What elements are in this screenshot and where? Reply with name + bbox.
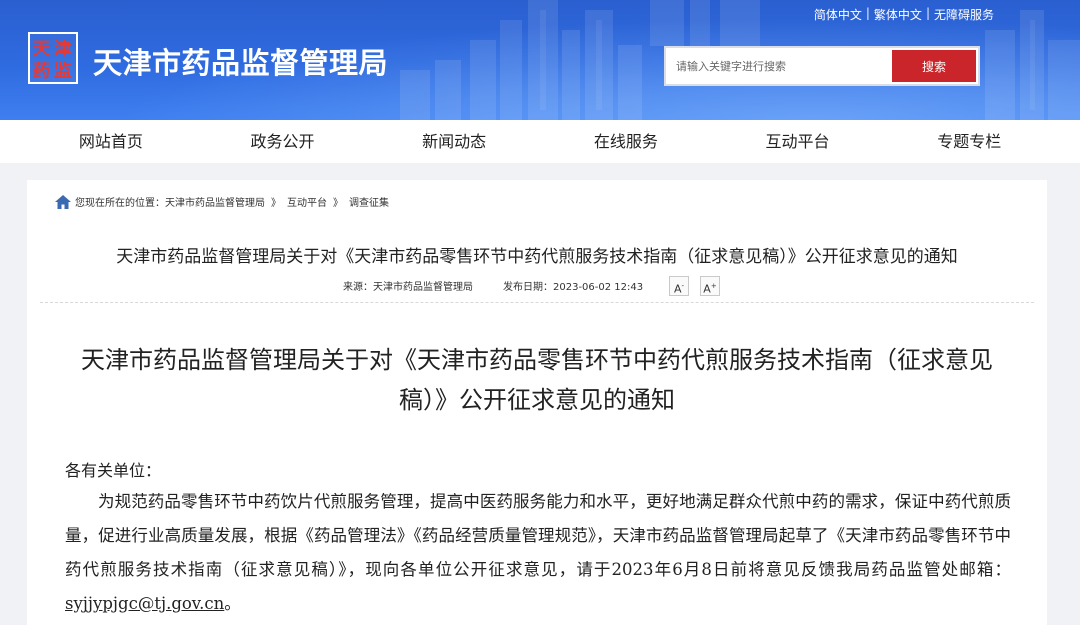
breadcrumb-separator: 》 <box>333 198 343 209</box>
article-title-line-1: 天津市药品监督管理局关于对《天津市药品零售环节中药代煎服务技术指南（征求意见 <box>81 346 993 374</box>
search-box: 搜索 <box>664 46 980 86</box>
site-title: 天津市药品监督管理局 <box>93 46 389 80</box>
nav-item-interaction[interactable]: 互动平台 <box>712 120 884 163</box>
breadcrumb-prefix: 您现在所在的位置： <box>75 198 165 209</box>
bureau-seal-logo-icon[interactable]: 天 津 药 监 <box>28 32 78 84</box>
article-title-line-2: 稿）》公开征求意见的通知 <box>399 386 675 414</box>
header-divider <box>40 302 1034 303</box>
article-paragraph: 为规范药品零售环节中药饮片代煎服务管理，提高中医药服务能力和水平，更好地满足群众… <box>65 485 1011 621</box>
accessibility-link[interactable]: 无障碍服务 <box>934 6 994 23</box>
email-link[interactable]: syjjypjgc@tj.gov.cn <box>65 594 224 613</box>
paragraph-text: 为规范药品零售环节中药饮片代煎服务管理，提高中医药服务能力和水平，更好地满足群众… <box>65 492 1011 579</box>
article-source: 来源：天津市药品监督管理局 <box>343 282 473 293</box>
breadcrumb-item-bureau[interactable]: 天津市药品监督管理局 <box>165 194 265 209</box>
nav-item-online-services[interactable]: 在线服务 <box>540 120 712 163</box>
breadcrumb-item-survey[interactable]: 调查征集 <box>349 194 389 209</box>
paragraph-end: 。 <box>224 594 241 613</box>
breadcrumb-separator: 》 <box>271 198 281 209</box>
home-icon <box>55 194 71 209</box>
nav-item-special-topics[interactable]: 专题专栏 <box>883 120 1055 163</box>
simplified-chinese-link[interactable]: 简体中文 <box>814 6 862 23</box>
breadcrumb-item-interaction[interactable]: 互动平台 <box>287 194 327 209</box>
top-links: 简体中文 | 繁体中文 | 无障碍服务 <box>813 6 994 23</box>
svg-text:药: 药 <box>33 60 50 81</box>
font-increase-button[interactable]: A+ <box>700 276 720 296</box>
salutation: 各有关单位： <box>65 461 162 480</box>
search-button[interactable]: 搜索 <box>892 50 976 82</box>
header-banner: 简体中文 | 繁体中文 | 无障碍服务 天 津 药 监 天津市药品监督管理局 搜… <box>0 0 1080 120</box>
nav-item-government-affairs[interactable]: 政务公开 <box>197 120 369 163</box>
main-nav: 网站首页 政务公开 新闻动态 在线服务 互动平台 专题专栏 <box>0 120 1080 163</box>
article-meta: 来源：天津市药品监督管理局 发布日期：2023-06-02 12:43 A- A… <box>27 276 1047 298</box>
article-header-title: 天津市药品监督管理局关于对《天津市药品零售环节中药代煎服务技术指南（征求意见稿）… <box>116 247 958 267</box>
breadcrumb: 您现在所在的位置： 天津市药品监督管理局 》 互动平台 》 调查征集 <box>55 194 389 209</box>
svg-text:津: 津 <box>54 38 72 59</box>
article-date: 发布日期：2023-06-02 12:43 <box>503 282 644 293</box>
font-decrease-button[interactable]: A- <box>669 276 689 296</box>
nav-item-home[interactable]: 网站首页 <box>25 120 197 163</box>
search-input[interactable] <box>666 48 892 84</box>
svg-text:监: 监 <box>54 60 72 81</box>
svg-text:天: 天 <box>33 39 51 59</box>
nav-item-news[interactable]: 新闻动态 <box>368 120 540 163</box>
article-title: 天津市药品监督管理局关于对《天津市药品零售环节中药代煎服务技术指南（征求意见 稿… <box>57 340 1017 420</box>
traditional-chinese-link[interactable]: 繁体中文 <box>874 6 922 23</box>
article-card: 您现在所在的位置： 天津市药品监督管理局 》 互动平台 》 调查征集 天津市药品… <box>27 180 1047 625</box>
